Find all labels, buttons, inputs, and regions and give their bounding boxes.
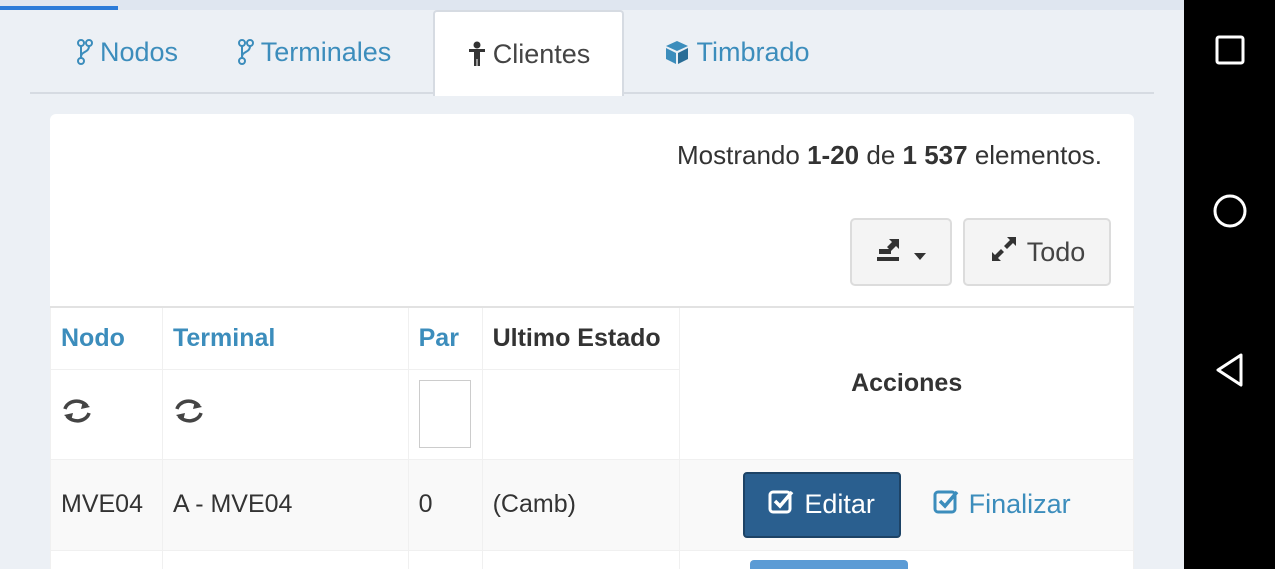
- branch-icon: [76, 39, 94, 65]
- caret-down-icon: [913, 237, 927, 268]
- column-header-nodo[interactable]: Nodo: [50, 306, 163, 370]
- child-icon: [467, 41, 487, 67]
- toggle-all-button[interactable]: Todo: [963, 218, 1111, 286]
- export-icon: [875, 235, 905, 270]
- grid-panel: Mostrando 1-20 de 1 537 elementos. Todo …: [50, 114, 1134, 569]
- summary-range: 1-20: [807, 140, 860, 170]
- filter-cell-ultimo-estado: [481, 368, 681, 460]
- refresh-icon[interactable]: [173, 397, 205, 432]
- column-header-par[interactable]: Par: [407, 306, 483, 370]
- tab-terminales[interactable]: Terminales: [224, 10, 404, 94]
- home-button[interactable]: [1184, 193, 1275, 234]
- grid-summary: Mostrando 1-20 de 1 537 elementos.: [677, 140, 1102, 171]
- filter-cell-nodo: [50, 368, 163, 460]
- cell-nodo: MVE04: [50, 458, 163, 551]
- tab-label: Nodos: [99, 36, 179, 67]
- column-header-acciones: Acciones: [679, 306, 1134, 460]
- filter-cell-par: [407, 368, 483, 460]
- finalizar-label: Finalizar: [968, 489, 1071, 519]
- cube-icon: [664, 39, 690, 65]
- check-square-icon: [768, 488, 794, 521]
- check-square-icon: [933, 488, 959, 521]
- back-button[interactable]: [1184, 352, 1275, 393]
- summary-suffix: elementos.: [967, 140, 1102, 170]
- clientes-table: Nodo Terminal Par Ultimo Estado Acciones: [50, 306, 1134, 569]
- progress-track: [0, 0, 1184, 10]
- cell-ultimo-estado: (Camb): [481, 458, 681, 551]
- par-filter-input[interactable]: [418, 380, 471, 448]
- table-row: [50, 549, 1134, 569]
- square-icon: [1214, 34, 1246, 71]
- system-nav-bar: [1184, 0, 1275, 569]
- tab-clientes[interactable]: Clientes: [433, 10, 624, 96]
- branch-icon: [237, 39, 255, 65]
- edit-button[interactable]: Editar: [742, 471, 901, 538]
- expand-icon: [989, 234, 1019, 271]
- filter-cell-terminal: [161, 368, 409, 460]
- cell-acciones: Editar Finalizar: [679, 458, 1134, 551]
- tab-timbrado[interactable]: Timbrado: [650, 10, 824, 94]
- export-button[interactable]: [850, 218, 952, 286]
- summary-middle: de: [859, 140, 903, 170]
- cell-par: 0: [407, 458, 483, 551]
- edit-button[interactable]: [750, 559, 909, 569]
- tab-nodos[interactable]: Nodos: [52, 10, 202, 94]
- edit-label: Editar: [804, 489, 875, 519]
- circle-icon: [1212, 193, 1248, 234]
- summary-prefix: Mostrando: [677, 140, 808, 170]
- refresh-icon[interactable]: [61, 397, 93, 432]
- finalizar-link[interactable]: Finalizar: [933, 488, 1071, 521]
- back-triangle-icon: [1214, 352, 1246, 393]
- table-row: MVE04 A - MVE04 0 (Camb) Editar Finaliza…: [50, 458, 1134, 551]
- column-header-terminal[interactable]: Terminal: [161, 306, 409, 370]
- tab-label: Terminales: [260, 36, 392, 67]
- tabs-bar: Nodos Terminales Clientes Timbrado: [30, 10, 1154, 96]
- toggle-all-label: Todo: [1026, 236, 1086, 267]
- cell-terminal: A - MVE04: [161, 458, 409, 551]
- column-header-ultimo-estado: Ultimo Estado: [481, 306, 681, 370]
- tab-label: Clientes: [492, 38, 591, 69]
- tab-label: Timbrado: [696, 36, 810, 67]
- summary-total: 1 537: [902, 140, 968, 170]
- recent-apps-button[interactable]: [1184, 34, 1275, 71]
